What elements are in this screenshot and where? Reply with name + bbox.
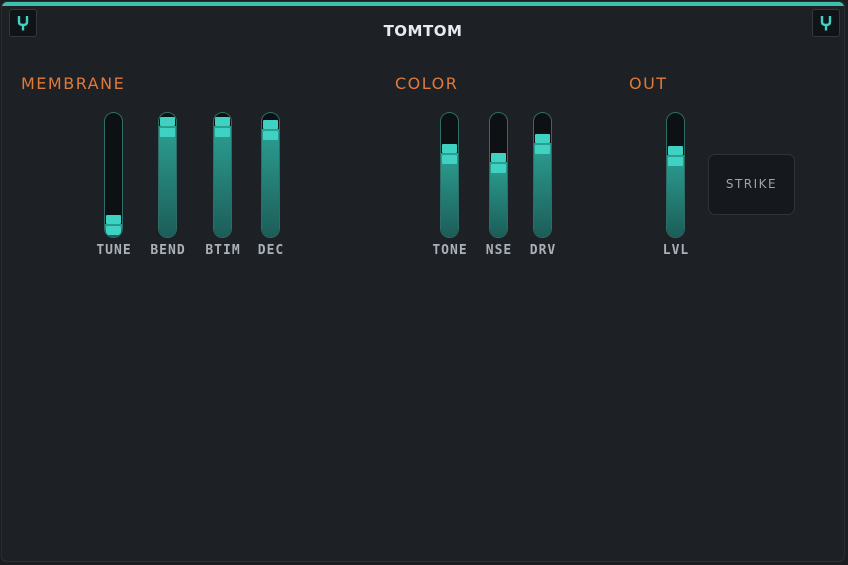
slider-label-tune: TUNE xyxy=(96,243,132,258)
slider-thumb-grip xyxy=(215,127,230,137)
slider-thumb-grip xyxy=(160,116,175,126)
slider-tone[interactable] xyxy=(440,112,459,238)
slider-thumb[interactable] xyxy=(491,153,506,175)
slider-thumb-grip xyxy=(263,120,278,130)
slider-fill xyxy=(159,125,176,237)
slider-btim[interactable] xyxy=(213,112,232,238)
slider-drv[interactable] xyxy=(533,112,552,238)
slider-thumb[interactable] xyxy=(215,116,230,139)
slider-bend[interactable] xyxy=(158,112,177,238)
slider-thumb-grip xyxy=(535,134,550,144)
section-label-out: OUT xyxy=(629,74,668,93)
strike-button[interactable]: STRIKE xyxy=(708,154,795,215)
slider-thumb[interactable] xyxy=(106,214,121,237)
slider-thumb-grip xyxy=(106,214,121,224)
slider-thumb[interactable] xyxy=(263,120,278,142)
slider-fill xyxy=(534,143,551,237)
slider-thumb-grip xyxy=(160,127,175,137)
slider-fill xyxy=(214,125,231,237)
slider-track[interactable] xyxy=(533,112,552,238)
drum-panel: TOMTOM MEMBRANE COLOR OUT STRIKE TUNE BEN… xyxy=(1,1,845,562)
accent-line xyxy=(2,2,844,6)
slider-track[interactable] xyxy=(440,112,459,238)
slider-thumb-grip xyxy=(668,146,683,156)
slider-label-bend: BEND xyxy=(150,243,186,258)
slider-thumb[interactable] xyxy=(160,116,175,139)
slider-track[interactable] xyxy=(213,112,232,238)
slider-thumb-grip xyxy=(668,157,683,167)
slider-thumb-grip xyxy=(535,145,550,155)
slider-thumb-grip xyxy=(491,164,506,174)
slider-thumb[interactable] xyxy=(442,143,457,166)
slider-thumb-grip xyxy=(491,153,506,163)
page-title: TOMTOM xyxy=(383,22,463,40)
slider-thumb-grip xyxy=(442,154,457,164)
slider-thumb-grip xyxy=(442,143,457,153)
slider-track[interactable] xyxy=(104,112,123,238)
slider-thumb-grip xyxy=(106,225,121,235)
slider-fill xyxy=(262,129,279,237)
slider-thumb[interactable] xyxy=(668,146,683,168)
section-label-membrane: MEMBRANE xyxy=(21,74,126,93)
slider-dec[interactable] xyxy=(261,112,280,238)
slider-track[interactable] xyxy=(489,112,508,238)
slider-thumb[interactable] xyxy=(535,134,550,156)
section-label-color: COLOR xyxy=(395,74,459,93)
slider-label-dec: DEC xyxy=(257,243,285,258)
slider-nse[interactable] xyxy=(489,112,508,238)
slider-thumb-grip xyxy=(263,131,278,141)
slider-label-lvl: LVL xyxy=(662,243,690,258)
slider-tune[interactable] xyxy=(104,112,123,238)
slider-track[interactable] xyxy=(666,112,685,238)
slider-lvl[interactable] xyxy=(666,112,685,238)
slider-track[interactable] xyxy=(158,112,177,238)
slider-thumb-grip xyxy=(215,116,230,126)
slider-track[interactable] xyxy=(261,112,280,238)
slider-label-drv: DRV xyxy=(529,243,557,258)
